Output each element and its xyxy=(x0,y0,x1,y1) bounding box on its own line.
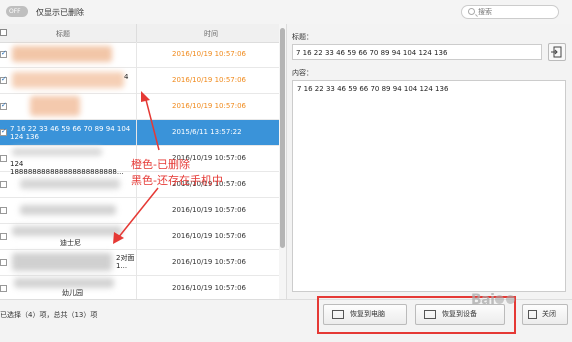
blurred-title xyxy=(14,278,114,288)
row-checkbox[interactable] xyxy=(0,181,7,188)
top-toolbar: OFF 仅显示已删除 xyxy=(0,0,572,25)
row-checkbox[interactable] xyxy=(0,259,7,266)
list-scrollbar[interactable] xyxy=(279,24,286,299)
blurred-title xyxy=(30,96,80,116)
exit-icon xyxy=(528,310,537,319)
row-time: 2016/10/19 10:57:06 xyxy=(172,232,247,240)
table-row-selected[interactable]: 7 16 22 33 46 59 66 70 89 94 104 124 136… xyxy=(0,120,279,146)
row-checkbox[interactable] xyxy=(0,233,7,240)
list-header: 标题 时间 xyxy=(0,24,279,43)
select-all-checkbox[interactable] xyxy=(0,29,7,36)
blurred-title xyxy=(12,46,112,62)
row-checkbox[interactable] xyxy=(0,75,7,84)
table-row[interactable]: 2016/10/19 10:57:06 xyxy=(0,94,279,120)
toggle-label: OFF xyxy=(9,8,21,15)
column-header-time[interactable]: 时间 xyxy=(204,29,218,39)
row-time: 2016/10/19 10:57:06 xyxy=(172,284,247,292)
content-label: 内容： xyxy=(292,69,313,77)
blurred-title xyxy=(20,179,120,189)
scrollbar-thumb[interactable] xyxy=(280,28,285,248)
row-title: 2对面 1... xyxy=(116,254,135,270)
row-checkbox[interactable] xyxy=(0,101,7,110)
table-row[interactable]: 2016/10/19 10:57:06 xyxy=(0,198,279,224)
only-deleted-toggle[interactable]: OFF xyxy=(6,6,28,17)
blurred-title xyxy=(12,148,102,156)
table-row[interactable]: 2016/10/19 10:57:06 xyxy=(0,42,279,68)
row-title: 迪士尼 xyxy=(60,239,81,247)
row-title: 7 16 22 33 46 59 66 70 89 94 104 124 136 xyxy=(10,125,131,141)
table-row[interactable]: 迪士尼 2016/10/19 10:57:06 xyxy=(0,224,279,250)
header-divider xyxy=(136,24,137,42)
search-icon xyxy=(468,8,475,15)
table-row[interactable]: 4 2016/10/19 10:57:06 xyxy=(0,68,279,94)
title-field[interactable]: 7 16 22 33 46 59 66 70 89 94 104 124 136 xyxy=(292,44,542,60)
note-detail-panel: 标题： 7 16 22 33 46 59 66 70 89 94 104 124… xyxy=(287,24,572,299)
only-show-deleted-label: 仅显示已删除 xyxy=(36,8,84,17)
close-label: 关闭 xyxy=(542,310,556,318)
title-label: 标题： xyxy=(292,33,313,41)
row-time: 2016/10/19 10:57:06 xyxy=(172,102,247,110)
search-box[interactable] xyxy=(461,5,559,19)
row-checkbox[interactable] xyxy=(0,207,7,214)
row-title: 幼儿园 xyxy=(62,289,83,297)
column-header-title[interactable]: 标题 xyxy=(56,29,70,39)
row-checkbox[interactable] xyxy=(0,127,7,136)
export-icon xyxy=(551,46,562,58)
row-time: 2016/10/19 10:57:06 xyxy=(172,258,247,266)
row-time: 2016/10/19 10:57:06 xyxy=(172,76,247,84)
selection-count: 已选择（4）项，总共（13）项 xyxy=(0,311,98,319)
table-row[interactable]: 2对面 1... 2016/10/19 10:57:06 xyxy=(0,250,279,276)
row-time: 2016/10/19 10:57:06 xyxy=(172,50,247,58)
content-area[interactable]: 7 16 22 33 46 59 66 70 89 94 104 124 136 xyxy=(292,80,566,292)
close-button[interactable]: 关闭 xyxy=(522,304,568,325)
row-time: 2016/10/19 10:57:06 xyxy=(172,206,247,214)
watermark-logo: Bai xyxy=(471,292,516,308)
annotation-orange-deleted: 橙色-已删除 xyxy=(131,158,190,171)
copy-title-button[interactable] xyxy=(548,43,566,61)
row-time: 2015/6/11 13:57:22 xyxy=(172,128,242,136)
row-checkbox[interactable] xyxy=(0,285,7,292)
row-checkbox[interactable] xyxy=(0,155,7,162)
search-input[interactable] xyxy=(478,7,554,17)
blurred-title xyxy=(12,253,112,271)
annotation-black-on-phone: 黑色-还存在手机中 xyxy=(131,174,223,187)
blurred-title xyxy=(20,205,116,215)
blurred-title xyxy=(12,226,122,236)
table-row[interactable]: 幼儿园 2016/10/19 10:57:06 xyxy=(0,276,279,299)
row-checkbox[interactable] xyxy=(0,49,7,58)
blurred-title xyxy=(12,72,124,88)
